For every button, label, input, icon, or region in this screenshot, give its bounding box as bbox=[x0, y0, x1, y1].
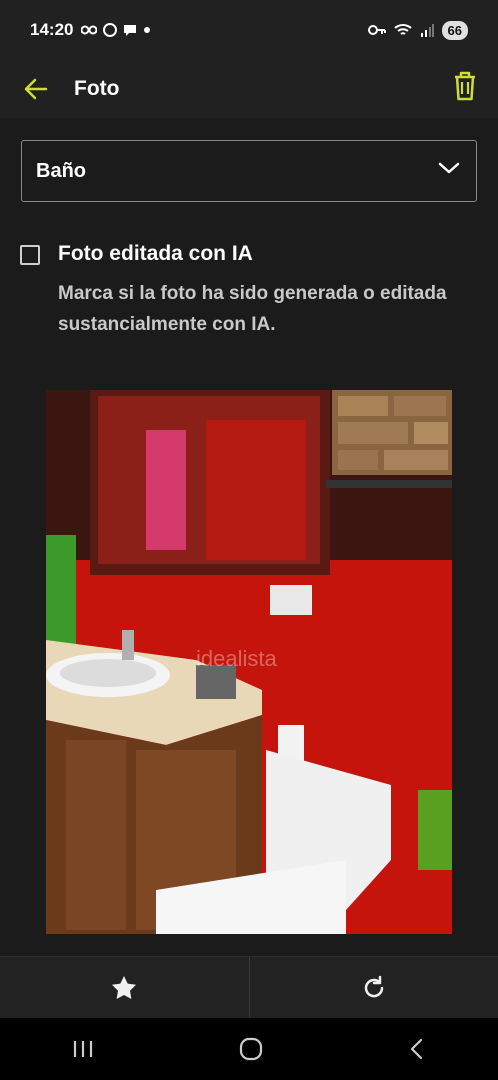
room-type-value: Baño bbox=[36, 159, 86, 182]
ai-edited-checkbox[interactable] bbox=[20, 245, 40, 265]
back-nav-icon[interactable] bbox=[407, 1037, 427, 1061]
signal-icon bbox=[420, 24, 434, 37]
room-photo: idealista bbox=[46, 390, 452, 934]
star-icon bbox=[112, 976, 137, 999]
photo-editor: Baño Foto editada con IA Marca si la fot… bbox=[0, 118, 498, 956]
wifi-icon bbox=[393, 24, 412, 35]
photo-watermark: idealista bbox=[196, 646, 277, 671]
battery-badge: 66 bbox=[441, 20, 468, 40]
rotate-photo-button[interactable] bbox=[250, 957, 498, 1019]
notification-icons bbox=[81, 23, 151, 37]
system-nav-bar bbox=[0, 1018, 498, 1080]
ai-edited-label[interactable]: Foto editada con IA bbox=[58, 242, 253, 266]
status-time: 14:20 bbox=[30, 20, 74, 39]
set-main-photo-button[interactable] bbox=[0, 957, 249, 1019]
dot-icon bbox=[144, 27, 151, 33]
room-type-select[interactable]: Baño bbox=[21, 140, 477, 202]
chevron-down-icon bbox=[438, 162, 460, 174]
ai-edited-description: Marca si la foto ha sido generada o edit… bbox=[58, 283, 447, 335]
link-icon bbox=[81, 25, 98, 35]
home-icon[interactable] bbox=[238, 1036, 264, 1062]
delete-icon[interactable] bbox=[450, 70, 480, 102]
key-icon bbox=[367, 25, 386, 35]
rotate-icon bbox=[364, 975, 384, 998]
status-left: 14:20 bbox=[30, 20, 151, 40]
page-title: Foto bbox=[74, 77, 120, 100]
recent-apps-icon[interactable] bbox=[71, 1038, 95, 1060]
back-arrow-icon[interactable] bbox=[22, 75, 50, 103]
status-bar: 14:20 66 bbox=[0, 0, 498, 60]
status-right: 66 bbox=[367, 20, 468, 40]
whatsapp-icon bbox=[103, 23, 118, 37]
chat-icon bbox=[124, 25, 137, 36]
photo-actions-bar bbox=[0, 956, 498, 1019]
app-bar: Foto bbox=[0, 60, 498, 118]
